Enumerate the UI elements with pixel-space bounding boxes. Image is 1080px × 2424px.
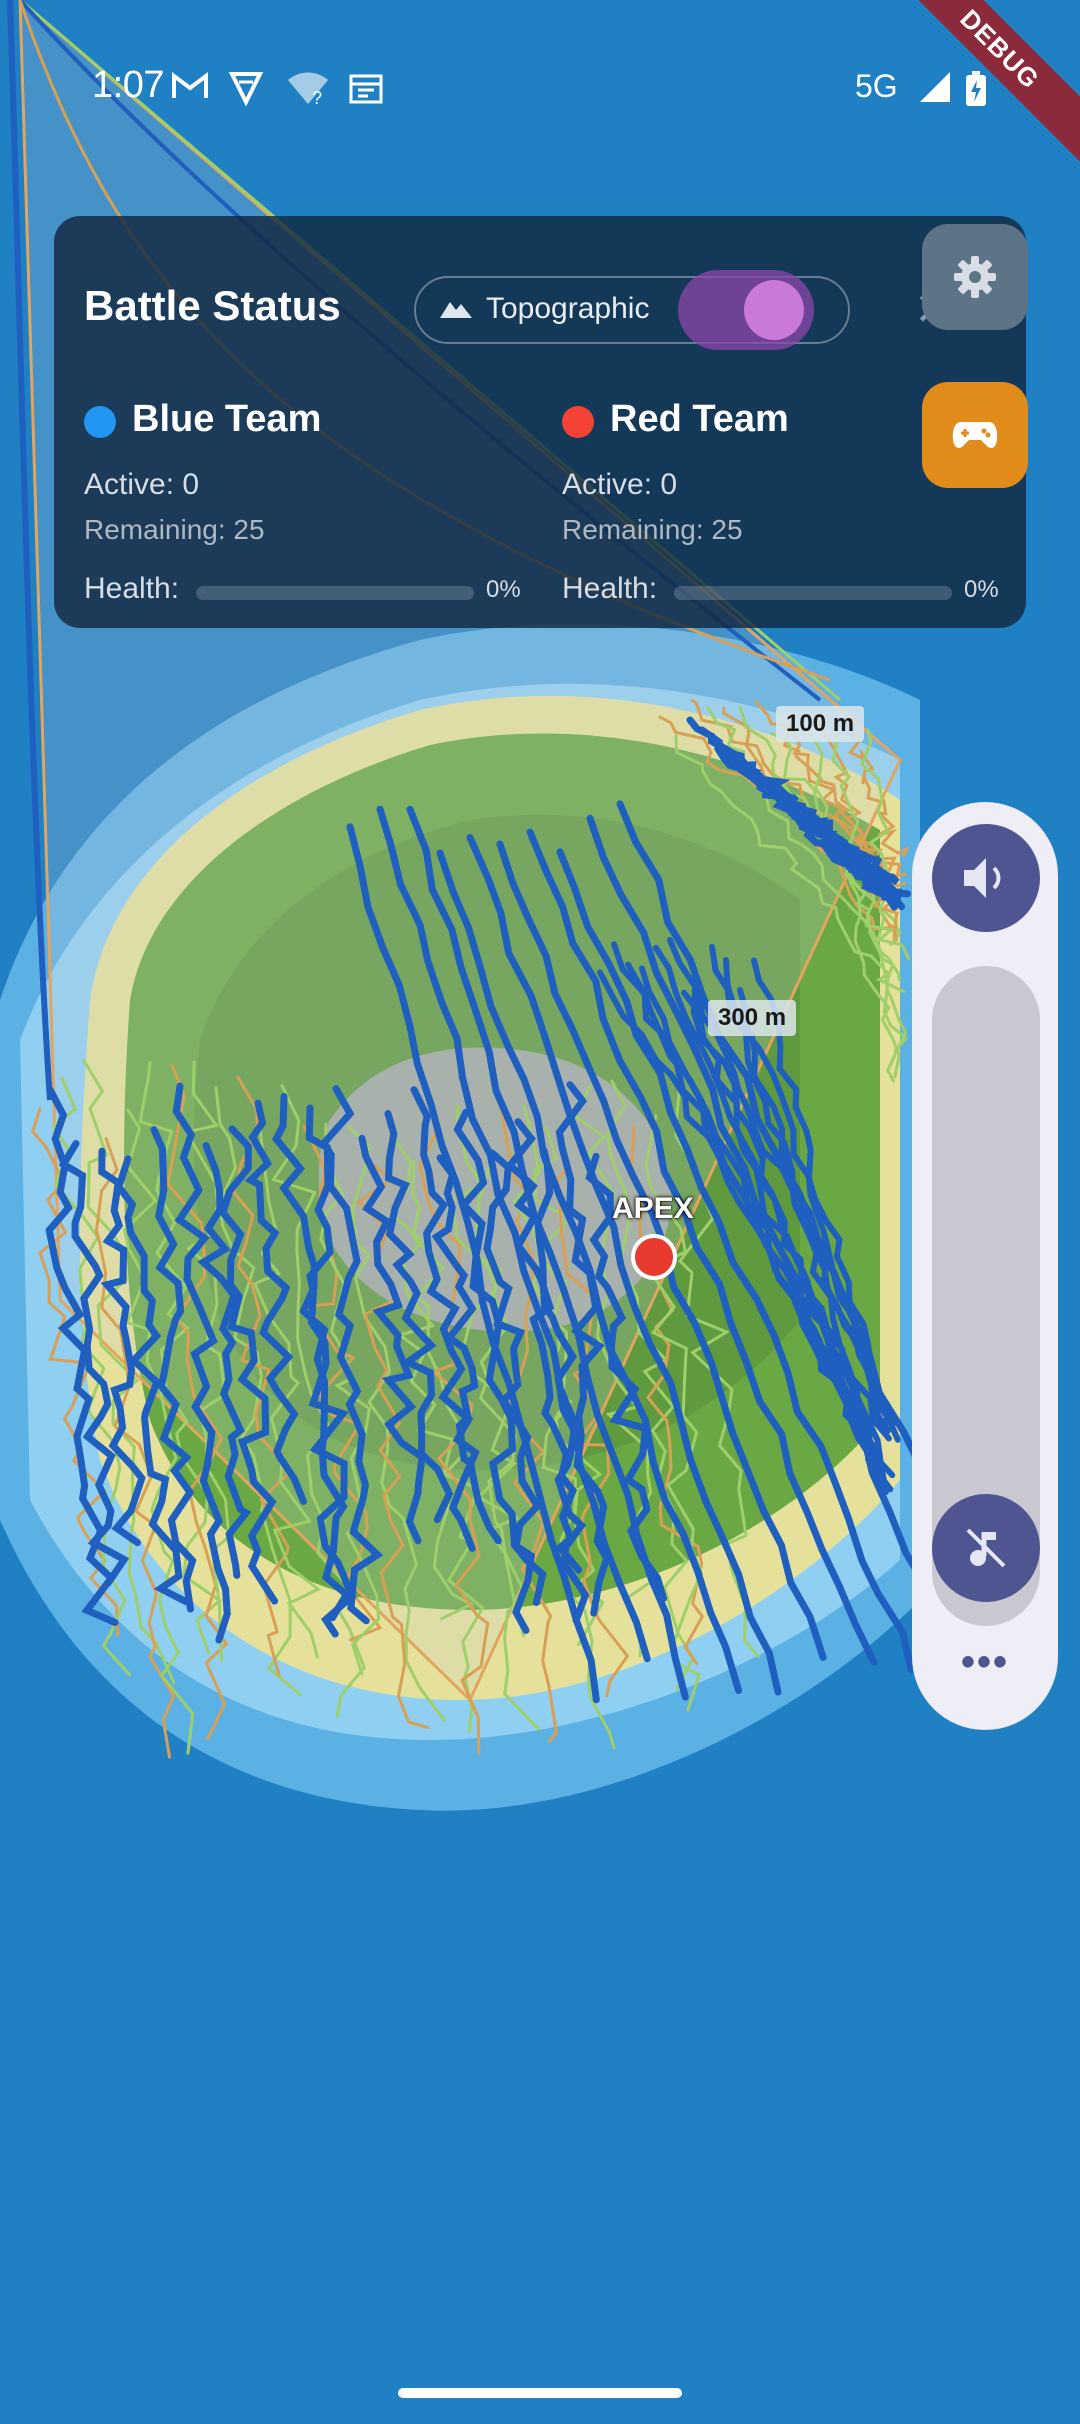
blue-team-dot <box>84 406 116 438</box>
health-percent: 0% <box>964 576 999 603</box>
more-options-icon[interactable]: ••• <box>912 1640 1058 1685</box>
remaining-count: Remaining: 25 <box>562 514 743 545</box>
contour-label-100m: 100 m <box>776 706 865 742</box>
blue-team-stats: Blue Team Active: 0 Remaining: 25 Health… <box>84 396 524 612</box>
settings-button[interactable] <box>922 224 1028 330</box>
mute-media-button[interactable] <box>932 1494 1040 1602</box>
clock: 1:07 <box>92 64 164 106</box>
active-count: Active: 0 <box>84 468 200 501</box>
health-label: Health: <box>84 572 180 605</box>
calendar-icon <box>349 74 383 104</box>
status-bar: 1:07 ? 5G <box>0 60 1080 120</box>
topographic-toggle[interactable]: Topographic <box>414 270 850 350</box>
contour-label-300m: 300 m <box>708 1000 797 1036</box>
volume-button[interactable] <box>932 824 1040 932</box>
red-team-dot <box>562 406 594 438</box>
toggle-thumb <box>744 280 804 340</box>
terrain-icon <box>440 302 472 318</box>
health-bar <box>674 586 952 600</box>
remaining-count: Remaining: 25 <box>84 514 265 545</box>
home-indicator[interactable] <box>398 2388 682 2398</box>
toggle-label: Topographic <box>486 292 650 325</box>
apex-marker[interactable] <box>631 1234 677 1280</box>
gamepad-icon <box>952 422 998 448</box>
battle-status-panel: Battle Status Topographic ✕ Blue Team Ac… <box>54 216 1026 628</box>
music-off-icon <box>966 1528 1006 1568</box>
svg-text:?: ? <box>312 88 322 106</box>
team-name: Blue Team <box>132 398 322 440</box>
network-type: 5G <box>855 68 898 104</box>
vpn-shield-icon <box>228 72 264 106</box>
wifi-unknown-icon: ? <box>288 72 328 106</box>
team-name: Red Team <box>610 398 789 440</box>
gear-icon <box>954 256 996 298</box>
game-controller-button[interactable] <box>922 382 1028 488</box>
signal-icon <box>920 72 950 102</box>
toggle-switch[interactable] <box>678 270 814 350</box>
volume-panel: ••• <box>912 802 1058 1730</box>
health-bar <box>196 586 474 600</box>
health-percent: 0% <box>486 576 521 603</box>
health-label: Health: <box>562 572 658 605</box>
speaker-icon <box>964 858 1001 898</box>
apex-label: APEX <box>612 1192 694 1225</box>
battery-charging-icon <box>966 71 986 106</box>
panel-title: Battle Status <box>84 282 341 329</box>
gmail-icon <box>172 72 208 98</box>
